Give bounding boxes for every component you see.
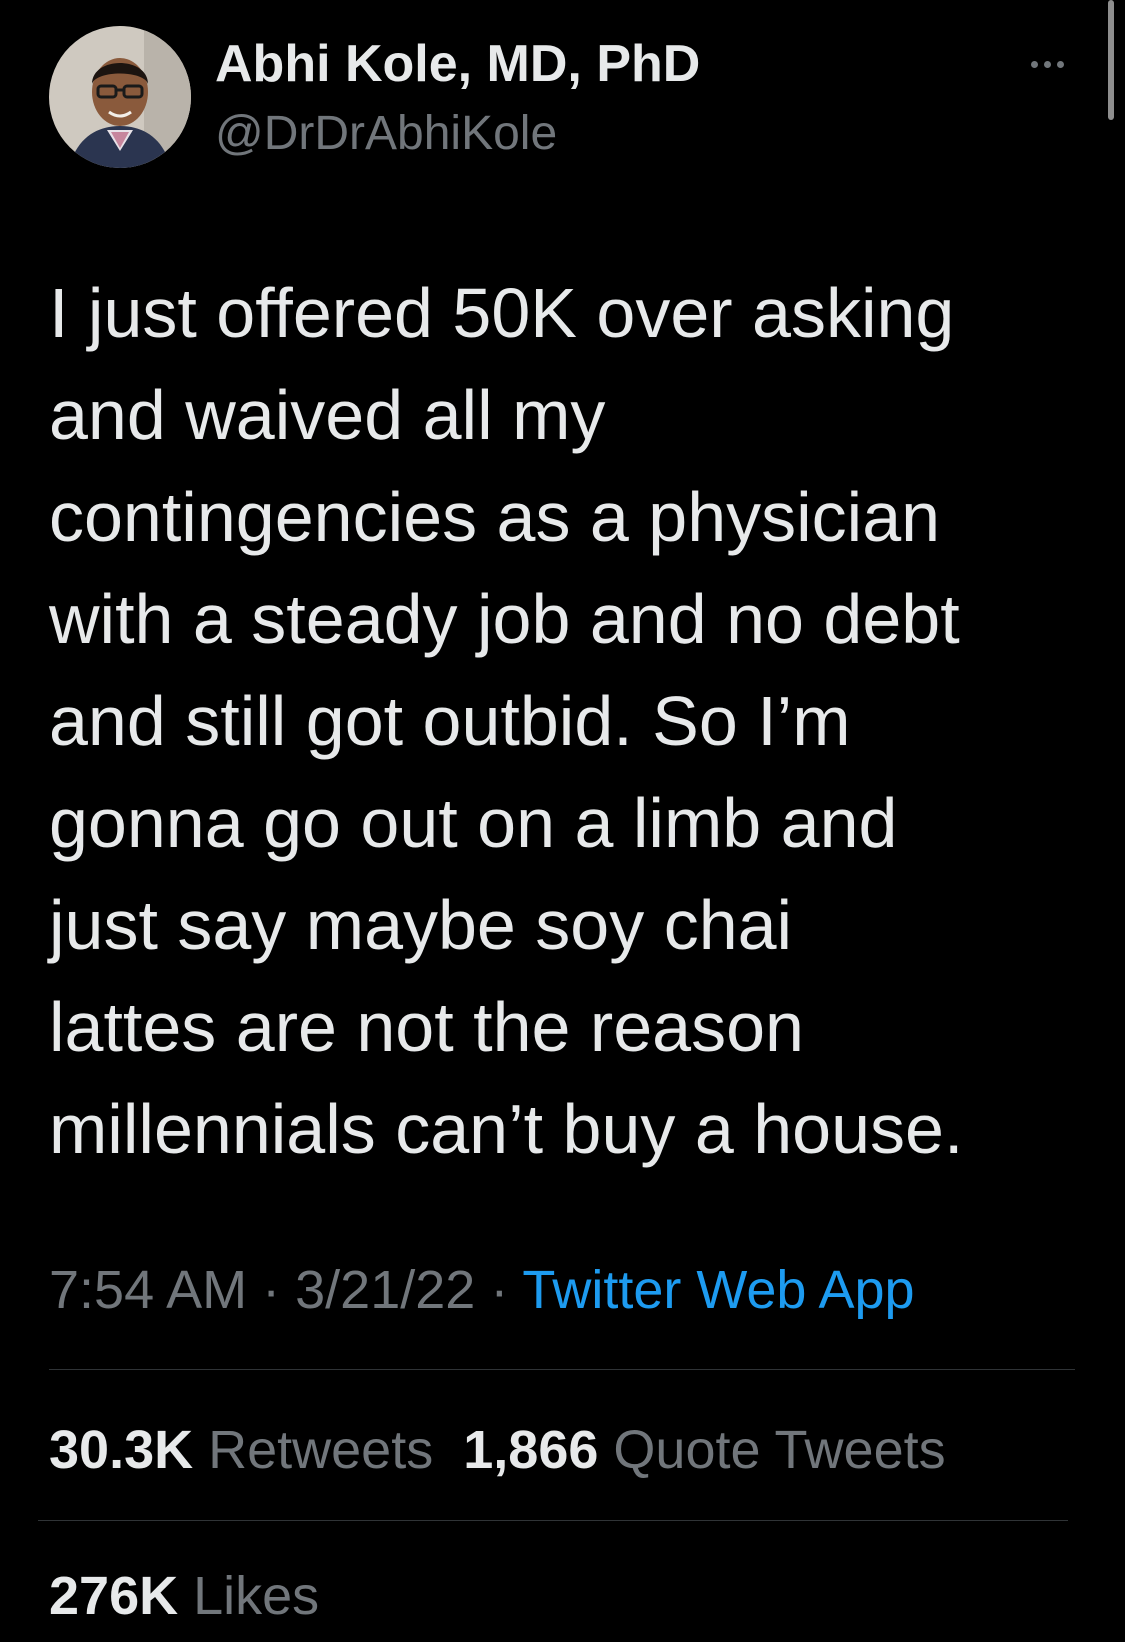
retweets-stat[interactable]: 30.3K Retweets (49, 1420, 433, 1480)
dot (1043, 60, 1051, 68)
tweet-text-line: just say maybe soy chai (49, 886, 793, 964)
tweet-date[interactable]: 3/21/22 (295, 1260, 475, 1320)
author-display-name[interactable]: Abhi Kole, MD, PhD (215, 34, 700, 94)
tweet-text-line: and still got outbid. So I’m (49, 682, 851, 760)
tweet-text-line: with a steady job and no debt (49, 580, 960, 658)
separator: · (262, 1260, 281, 1320)
divider (49, 1369, 1075, 1370)
avatar[interactable] (49, 26, 191, 168)
divider (38, 1520, 1068, 1521)
tweet-text-line: millennials can’t buy a house. (49, 1090, 964, 1168)
tweet-text-line: and waived all my (49, 376, 606, 454)
tweet-text-line: contingencies as a physician (49, 478, 941, 556)
tweet-source-link[interactable]: Twitter Web App (522, 1260, 914, 1320)
quote-tweets-label: Quote Tweets (613, 1420, 946, 1480)
likes-stats: 276K Likes (49, 1564, 319, 1628)
retweets-count: 30.3K (49, 1420, 194, 1480)
tweet-text-line: I just offered 50K over asking (49, 274, 955, 352)
tweet-meta: 7:54 AM · 3/21/22 · Twitter Web App (49, 1258, 915, 1322)
dot (1030, 60, 1038, 68)
tweet-text-line: lattes are not the reason (49, 988, 804, 1066)
likes-label: Likes (193, 1566, 320, 1626)
author-handle[interactable]: @DrDrAbhiKole (215, 106, 557, 162)
profile-photo-icon (49, 26, 191, 168)
quote-tweets-count: 1,866 (463, 1420, 599, 1480)
tweet-text: I just offered 50K over asking and waive… (49, 262, 1099, 1180)
likes-stat[interactable]: 276K Likes (49, 1566, 319, 1626)
tweet-text-line: gonna go out on a limb and (49, 784, 898, 862)
dot (1056, 60, 1064, 68)
more-options-icon[interactable] (1022, 46, 1072, 82)
likes-count: 276K (49, 1566, 179, 1626)
engagement-stats: 30.3K Retweets 1,866 Quote Tweets (49, 1418, 946, 1482)
retweets-label: Retweets (208, 1420, 434, 1480)
scrollbar[interactable] (1108, 0, 1114, 120)
quote-tweets-stat[interactable]: 1,866 Quote Tweets (463, 1420, 945, 1480)
separator: · (490, 1260, 509, 1320)
tweet-time[interactable]: 7:54 AM (49, 1260, 247, 1320)
